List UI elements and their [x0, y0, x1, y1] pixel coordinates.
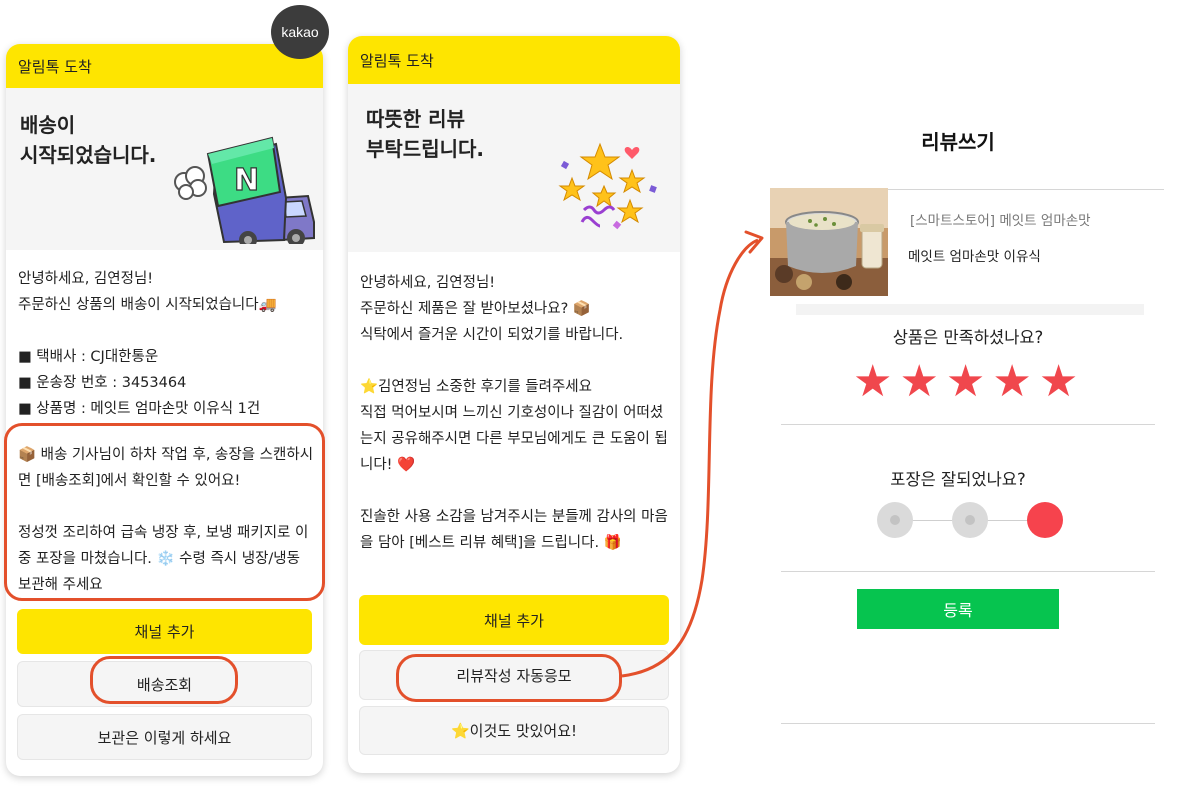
- shipping-notice-text: 📦 배송 기사님이 하차 작업 후, 송장을 스캔하시면 [배송조회]에서 확인…: [18, 447, 314, 593]
- product-image: [770, 188, 888, 296]
- add-channel-button[interactable]: 채널 추가: [17, 609, 312, 654]
- star-icon[interactable]: ★: [853, 360, 892, 404]
- card-header: 알림톡 도착: [348, 36, 680, 84]
- product-name: 메잇트 엄마손맛 이유식: [908, 249, 1041, 265]
- hero-title: 따뜻한 리뷰 부탁드립니다.: [366, 107, 484, 161]
- track-shipment-button[interactable]: 배송조회: [17, 661, 312, 707]
- packaging-choice-3-selected[interactable]: [1027, 502, 1063, 538]
- connector-arrow: [621, 230, 764, 678]
- packaging-choice-1[interactable]: [877, 502, 913, 538]
- packaging-question: 포장은 잘되었나요?: [890, 470, 1026, 489]
- recommend-product-button[interactable]: ⭐이것도 맛있어요!: [359, 706, 669, 755]
- hero-title: 배송이 시작되었습니다.: [20, 113, 157, 167]
- svg-text:N: N: [234, 163, 259, 198]
- review-page-title: 리뷰쓰기: [921, 130, 995, 154]
- submit-review-button[interactable]: 등록: [857, 589, 1059, 629]
- delivery-truck-icon: N: [174, 136, 315, 244]
- storage-guide-button[interactable]: 보관은 이렇게 하세요: [17, 714, 312, 760]
- product-shop-name: [스마트스토어] 메잇트 엄마손맛: [910, 213, 1091, 229]
- hero-banner: 배송이 시작되었습니다. N: [6, 88, 323, 250]
- divider: [781, 424, 1155, 425]
- divider: [781, 571, 1155, 572]
- section-separator: [796, 304, 1144, 315]
- kakao-badge: kakao: [271, 5, 329, 59]
- star-icon[interactable]: ★: [992, 360, 1031, 404]
- message-body: 안녕하세요, 김연정님! 주문하신 상품의 배송이 시작되었습니다🚚 ■ 택배사…: [18, 271, 277, 417]
- alimtalk-card-shipping: 알림톡 도착 배송이 시작되었습니다. N 안녕하세요, 김연정님! 주문하신: [6, 44, 323, 776]
- star-icon[interactable]: ★: [946, 360, 985, 404]
- star-rating[interactable]: ★ ★ ★ ★ ★: [853, 360, 1078, 404]
- star-icon[interactable]: ★: [899, 360, 938, 404]
- satisfaction-question: 상품은 만족하셨나요?: [892, 328, 1044, 347]
- card-header: 알림톡 도착: [6, 44, 323, 88]
- packaging-choice-2[interactable]: [952, 502, 988, 538]
- divider: [781, 723, 1155, 724]
- star-icon[interactable]: ★: [1039, 360, 1078, 404]
